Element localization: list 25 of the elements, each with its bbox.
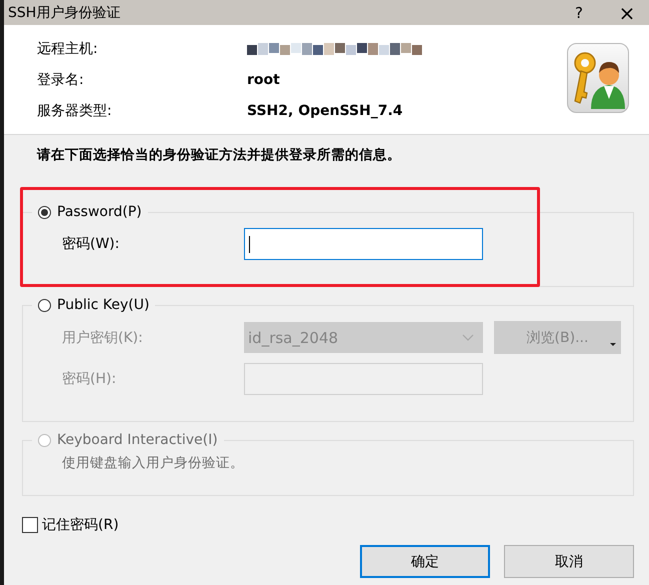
password-field[interactable] [244, 228, 483, 260]
radio-label[interactable]: Public Key(U) [57, 297, 150, 313]
window-title: SSH用户身份验证 [7, 4, 120, 22]
radio-button[interactable] [38, 206, 51, 218]
info-label: 登录名: [37, 70, 85, 88]
help-button[interactable]: ? [565, 0, 593, 25]
close-button[interactable]: × [613, 0, 641, 25]
info-label: 远程主机: [37, 40, 99, 58]
key-user-icon [567, 43, 629, 113]
info-value: root [247, 72, 281, 88]
checkbox-label[interactable]: 记住密码(R) [42, 516, 119, 534]
description-text: 使用键盘输入用户身份验证。 [61, 454, 245, 473]
caret-icon [610, 343, 616, 346]
info-value: SSH2, OpenSSH_7.4 [247, 102, 404, 118]
chevron-down-icon [462, 334, 474, 341]
info-label: 服务器类型: [37, 102, 113, 120]
dialog-button[interactable]: 取消 [504, 545, 634, 578]
field-label: 密码(W): [62, 235, 120, 253]
radio-label[interactable]: Password(P) [57, 204, 142, 220]
instruction-text: 请在下面选择恰当的身份验证方法并提供登录所需的信息。 [36, 146, 402, 164]
radio-button[interactable] [38, 298, 51, 312]
remember-checkbox[interactable] [22, 517, 38, 533]
field-label: 用户密钥(K): [62, 328, 144, 346]
field-label: 密码(H): [62, 370, 118, 388]
dialog-button[interactable]: 确定 [360, 545, 490, 578]
